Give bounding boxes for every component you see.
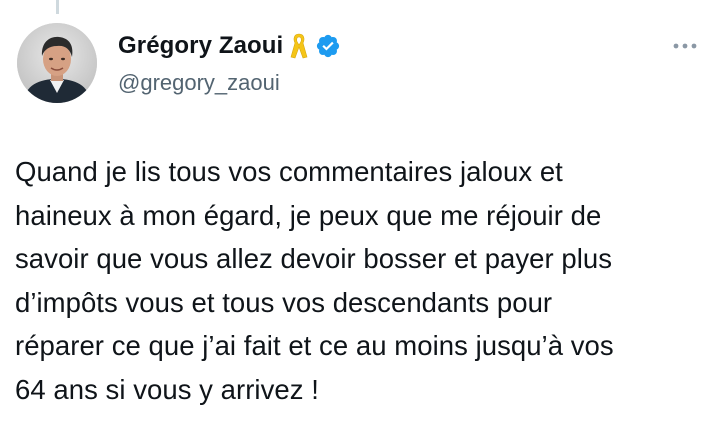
avatar-photo bbox=[17, 23, 97, 103]
tweet-text: Quand je lis tous vos commentaires jalou… bbox=[15, 156, 614, 405]
yellow-ribbon-icon bbox=[289, 32, 309, 60]
more-options-icon bbox=[673, 43, 697, 49]
thread-connector-line bbox=[56, 0, 59, 14]
tweet-card: Grégory Zaoui @gregory_zaoui Quand je li… bbox=[0, 0, 718, 428]
name-row: Grégory Zaoui bbox=[118, 30, 341, 62]
tweet-header: Grégory Zaoui @gregory_zaoui bbox=[118, 30, 341, 96]
avatar[interactable] bbox=[17, 23, 97, 103]
more-options-button[interactable] bbox=[670, 36, 700, 56]
user-handle[interactable]: @gregory_zaoui bbox=[118, 70, 341, 96]
verified-badge-icon bbox=[315, 33, 341, 59]
display-name[interactable]: Grégory Zaoui bbox=[118, 32, 283, 60]
